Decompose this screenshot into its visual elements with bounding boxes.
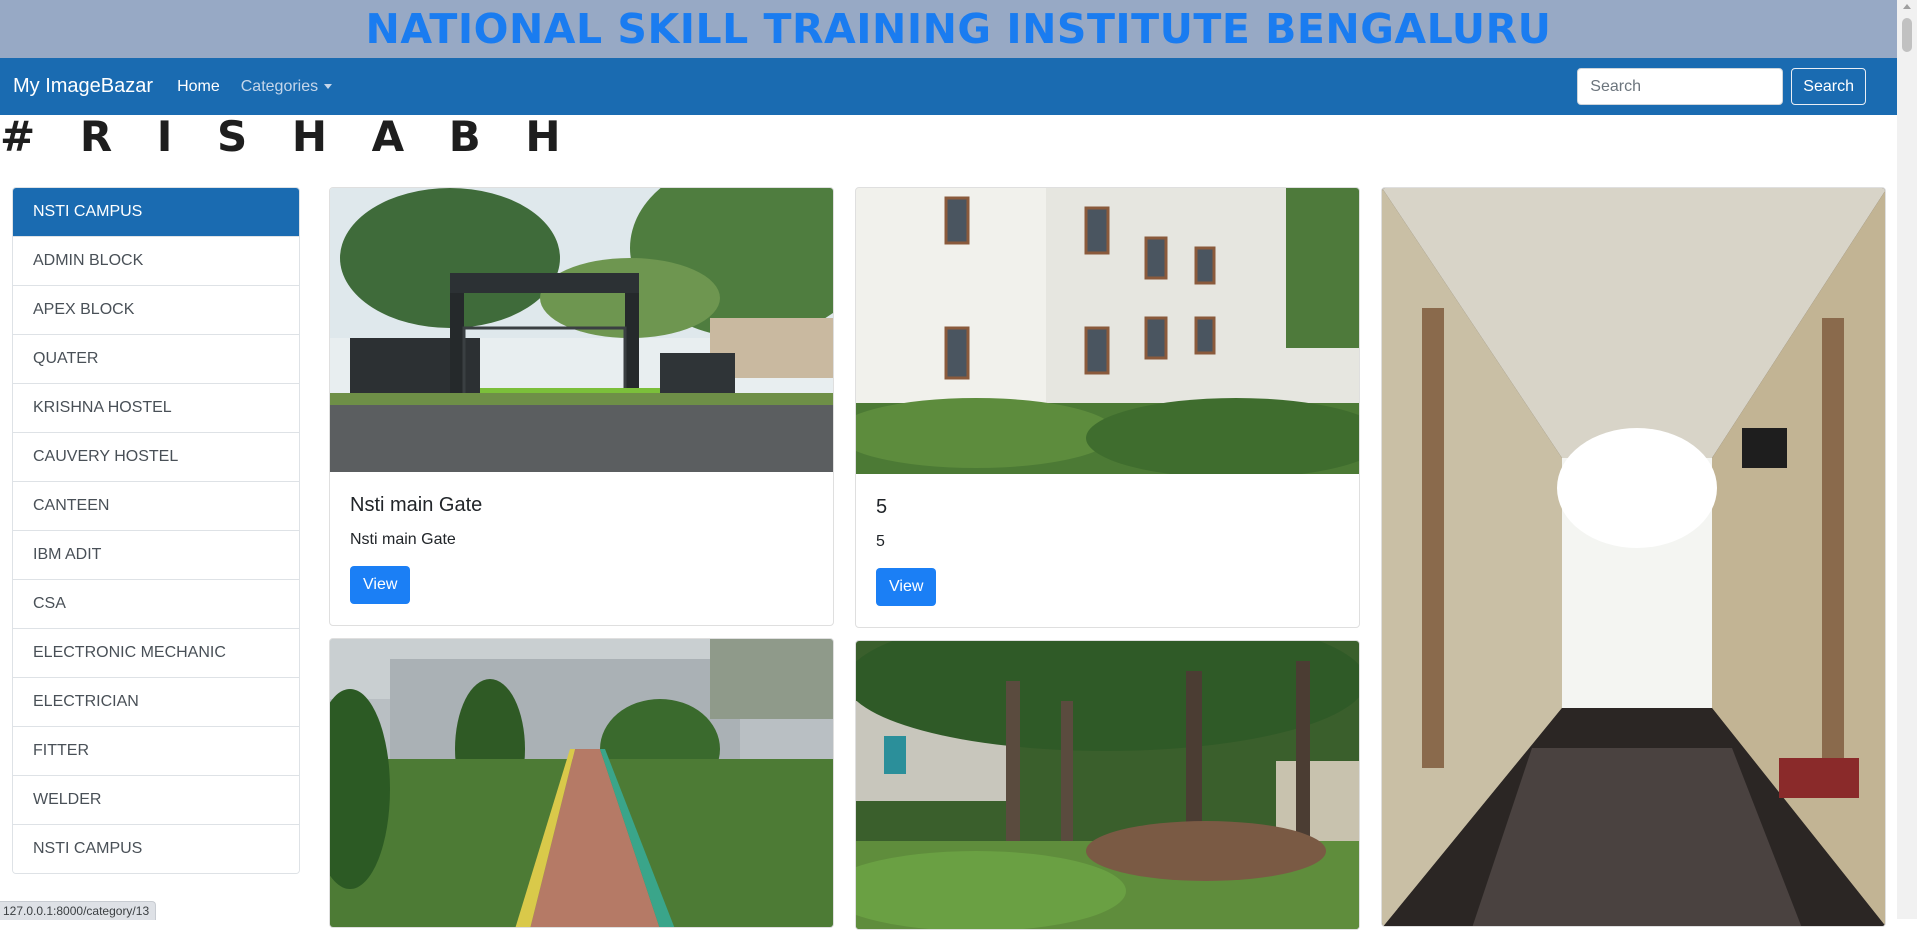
sidebar-item-electronic-mechanic[interactable]: ELECTRONIC MECHANIC bbox=[13, 628, 299, 677]
card-body: Nsti main Gate Nsti main Gate View bbox=[330, 472, 833, 624]
site-banner: NATIONAL SKILL TRAINING INSTITUTE BENGAL… bbox=[0, 0, 1917, 58]
sidebar-item-nsti-campus-2[interactable]: NSTI CAMPUS bbox=[13, 824, 299, 873]
sidebar-item-canteen[interactable]: CANTEEN bbox=[13, 481, 299, 530]
card-text: Nsti main Gate bbox=[350, 531, 456, 548]
sidebar-item-electrician[interactable]: ELECTRICIAN bbox=[13, 677, 299, 726]
card-text: 5 bbox=[876, 533, 885, 550]
scroll-up-arrow-icon[interactable] bbox=[1903, 4, 1911, 9]
building-photo bbox=[856, 188, 1359, 474]
view-button[interactable]: View bbox=[350, 566, 411, 604]
brand-link[interactable]: My ImageBazar bbox=[13, 75, 153, 98]
image-card bbox=[329, 638, 834, 928]
scrollbar-thumb[interactable] bbox=[1902, 18, 1912, 52]
nav-categories-label: Categories bbox=[240, 77, 319, 95]
garden-photo bbox=[856, 641, 1359, 929]
image-card bbox=[855, 640, 1360, 930]
sidebar-item-csa[interactable]: CSA bbox=[13, 579, 299, 628]
navbar: My ImageBazar Home Categories Search bbox=[0, 58, 1897, 115]
image-card: 5 5 View bbox=[855, 187, 1360, 628]
sidebar-item-cauvery-hostel[interactable]: CAUVERY HOSTEL bbox=[13, 432, 299, 481]
card-body: 5 5 View bbox=[856, 474, 1359, 626]
image-card: Nsti main Gate Nsti main Gate View bbox=[329, 187, 834, 626]
sidebar-item-krishna-hostel[interactable]: KRISHNA HOSTEL bbox=[13, 383, 299, 432]
page-scrollbar[interactable] bbox=[1897, 0, 1917, 919]
sidebar-item-welder[interactable]: WELDER bbox=[13, 775, 299, 824]
browser-status-url: 127.0.0.1:8000/category/13 bbox=[0, 901, 157, 920]
search-input[interactable] bbox=[1577, 68, 1784, 105]
nav-categories-dropdown[interactable]: Categories bbox=[240, 77, 333, 96]
banner-title: NATIONAL SKILL TRAINING INSTITUTE BENGAL… bbox=[365, 5, 1552, 53]
nav-home-link[interactable]: Home bbox=[177, 78, 220, 96]
sidebar-item-nsti-campus[interactable]: NSTI CAMPUS bbox=[13, 188, 299, 236]
category-sidebar: NSTI CAMPUS ADMIN BLOCK APEX BLOCK QUATE… bbox=[12, 187, 300, 874]
sidebar-item-ibm-adit[interactable]: IBM ADIT bbox=[13, 530, 299, 579]
chevron-down-icon bbox=[324, 84, 333, 89]
search-form: Search bbox=[1577, 68, 1866, 105]
search-button[interactable]: Search bbox=[1791, 68, 1866, 105]
sidebar-item-quater[interactable]: QUATER bbox=[13, 334, 299, 383]
card-title: Nsti main Gate bbox=[350, 494, 483, 516]
view-button[interactable]: View bbox=[876, 568, 937, 606]
page-title: # R I S H A B H bbox=[0, 112, 576, 161]
walkway-photo bbox=[330, 639, 833, 927]
corridor-photo bbox=[1382, 188, 1885, 926]
sidebar-item-apex-block[interactable]: APEX BLOCK bbox=[13, 285, 299, 334]
sidebar-item-admin-block[interactable]: ADMIN BLOCK bbox=[13, 236, 299, 285]
image-card bbox=[1381, 187, 1886, 927]
sidebar-item-fitter[interactable]: FITTER bbox=[13, 726, 299, 775]
card-title: 5 bbox=[876, 496, 888, 518]
main-gate-photo bbox=[330, 188, 833, 472]
